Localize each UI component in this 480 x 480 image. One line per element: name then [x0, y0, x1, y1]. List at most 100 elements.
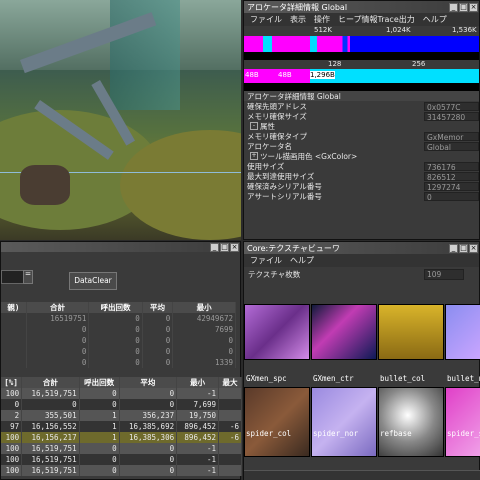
- table-row[interactable]: 97 16,156,552 1 16,385,692 896,452 -6: [1, 421, 242, 432]
- close-icon[interactable]: ×: [230, 242, 239, 252]
- table-header-row: 親) 合計 呼出回数 平均 最小: [1, 302, 236, 313]
- prop-value[interactable]: 31457280: [424, 111, 479, 121]
- menu-operation[interactable]: 操作: [314, 14, 330, 25]
- allocator-titlebar[interactable]: アロケータ詳細情報 Global _ □ ×: [244, 1, 479, 13]
- expand-icon[interactable]: -: [250, 122, 258, 130]
- heap-gap: [244, 52, 479, 60]
- stats-window[interactable]: _ □ × = DataClear 親) 合計 呼出回数 平均 最小 1651975…: [0, 241, 242, 480]
- expand-icon[interactable]: +: [250, 152, 258, 160]
- col-header[interactable]: 平均: [119, 377, 178, 388]
- texture-thumb[interactable]: [244, 387, 310, 457]
- table-row[interactable]: 16519751 0 0 42949672: [1, 313, 236, 324]
- texture-name: refbase: [380, 429, 412, 438]
- prop-key: ツール描画用色 <GxColor>: [260, 151, 358, 161]
- prop-key: 確保済みシリアル番号: [247, 181, 322, 191]
- maximize-icon[interactable]: □: [220, 242, 229, 252]
- prop-row[interactable]: アロケータ名 Global: [244, 141, 479, 151]
- prop-row-color[interactable]: + ツール描画用色 <GxColor>: [244, 151, 479, 161]
- prop-key: 使用サイズ: [247, 161, 285, 171]
- menu-file[interactable]: ファイル: [250, 14, 282, 25]
- prop-row[interactable]: メモリ確保タイプ GxMemor: [244, 131, 479, 141]
- prop-row[interactable]: 確保済みシリアル番号 1297274: [244, 181, 479, 191]
- heap-usage-bar-1[interactable]: [244, 36, 479, 52]
- game-viewport[interactable]: [0, 0, 241, 240]
- allocator-window[interactable]: アロケータ詳細情報 Global _ □ × ファイル 表示 操作 ヒープ情報Tra…: [243, 0, 480, 240]
- scale-tick: 1,024K: [386, 26, 411, 34]
- table-row[interactable]: 0 0 0 0 7,699: [1, 399, 242, 410]
- col-header[interactable]: 最小: [172, 302, 236, 313]
- texture-viewer-window[interactable]: Core:テクスチャビューワ _ □ × ファイル ヘルプ テクスチャ枚数 109 …: [243, 241, 480, 480]
- prop-value[interactable]: 0x0577C: [424, 101, 479, 111]
- texture-thumb[interactable]: [445, 387, 480, 457]
- prop-row[interactable]: メモリ確保サイズ 31457280: [244, 111, 479, 121]
- spin-button[interactable]: =: [23, 270, 33, 284]
- prop-value[interactable]: 736176: [424, 161, 479, 171]
- stats-titlebar[interactable]: _ □ ×: [1, 242, 240, 252]
- scale-tick: 1,536K: [452, 26, 477, 34]
- stats-table-bottom[interactable]: [%] 合計 呼出回数 平均 最小 最大 100 16,519,751 0 0 -1 0…: [1, 377, 242, 476]
- col-header[interactable]: 合計: [21, 377, 80, 388]
- texture-thumb[interactable]: [445, 304, 480, 360]
- prop-row[interactable]: 確保先頭アドレス 0x0577C: [244, 101, 479, 111]
- col-header[interactable]: 呼出回数: [79, 377, 120, 388]
- col-header[interactable]: 呼出回数: [88, 302, 143, 313]
- minimize-icon[interactable]: _: [449, 2, 458, 12]
- prop-row[interactable]: 使用サイズ 736176: [244, 161, 479, 171]
- texture-thumb[interactable]: [311, 387, 377, 457]
- texture-titlebar[interactable]: Core:テクスチャビューワ _ □ ×: [244, 242, 479, 254]
- close-icon[interactable]: ×: [469, 2, 478, 12]
- minimize-icon[interactable]: _: [449, 243, 458, 253]
- scale-tick: 256: [412, 60, 426, 68]
- prop-row[interactable]: 最大到達使用サイズ 826512: [244, 171, 479, 181]
- texture-thumb[interactable]: [378, 304, 444, 360]
- col-header[interactable]: 合計: [26, 302, 90, 313]
- menu-help[interactable]: ヘルプ: [290, 255, 314, 266]
- prop-value[interactable]: Global: [424, 141, 479, 151]
- bar-label: 1,296B: [310, 71, 335, 79]
- table-row[interactable]: 0000: [1, 346, 236, 357]
- table-row[interactable]: 0 0 0 1339: [1, 357, 236, 368]
- prop-row[interactable]: アサートシリアル番号 0: [244, 191, 479, 201]
- col-header[interactable]: [%]: [1, 377, 23, 388]
- col-header[interactable]: 親): [1, 302, 27, 313]
- table-row[interactable]: 0 0 0 7699: [1, 324, 236, 335]
- dataclear-button[interactable]: DataClear: [69, 272, 117, 290]
- texture-name: spider_nor: [313, 429, 359, 438]
- stats-table-top[interactable]: 親) 合計 呼出回数 平均 最小 16519751 0 0 42949672 0007…: [1, 302, 236, 368]
- table-row[interactable]: 0000: [1, 335, 236, 346]
- horizontal-scrollbar[interactable]: [244, 470, 480, 480]
- menu-help[interactable]: ヘルプ: [423, 14, 447, 25]
- table-row[interactable]: 2 355,501 1 356,237 19,750: [1, 410, 242, 421]
- texture-name: GXmen_spc: [246, 374, 287, 383]
- prop-key: 最大到達使用サイズ: [247, 171, 315, 181]
- prop-value[interactable]: 0: [424, 191, 479, 201]
- maximize-icon[interactable]: □: [459, 2, 468, 12]
- table-row[interactable]: 100 16,519,751 0 0 -1: [1, 443, 242, 454]
- heap-usage-bar-2[interactable]: 48B 48B 1,296B: [244, 69, 479, 83]
- section-header[interactable]: アロケータ詳細情報 Global: [244, 91, 479, 101]
- col-header[interactable]: 平均: [142, 302, 174, 313]
- texture-thumb[interactable]: [244, 304, 310, 360]
- texture-thumb[interactable]: [378, 387, 444, 457]
- col-header[interactable]: 最小: [176, 377, 220, 388]
- menu-view[interactable]: 表示: [290, 14, 306, 25]
- minimize-icon[interactable]: _: [210, 242, 219, 252]
- prop-value[interactable]: GxMemor: [424, 131, 479, 141]
- viewport-creature-body: [20, 165, 70, 205]
- menu-file[interactable]: ファイル: [250, 255, 282, 266]
- prop-value[interactable]: 1297274: [424, 181, 479, 191]
- heap-scale-top: 512K 1,024K 1,536K: [244, 26, 479, 36]
- col-header[interactable]: 最大: [218, 377, 242, 388]
- maximize-icon[interactable]: □: [459, 243, 468, 253]
- prop-row-attributes[interactable]: - 属性: [244, 121, 479, 131]
- table-row[interactable]: 100 16,519,751 0 0 -1: [1, 388, 242, 399]
- table-row-selected[interactable]: 100 16,156,217 1 16,385,306 896,452 -6: [1, 432, 242, 443]
- prop-value[interactable]: 826512: [424, 171, 479, 181]
- table-row[interactable]: 100 16,519,751 0 0 -1: [1, 465, 242, 476]
- table-row[interactable]: 100 16,519,751 0 0 -1: [1, 454, 242, 465]
- heap-gap: [244, 83, 479, 91]
- texture-thumb[interactable]: [311, 304, 377, 360]
- close-icon[interactable]: ×: [469, 243, 478, 253]
- prop-key: メモリ確保サイズ: [247, 111, 307, 121]
- menu-heap-trace[interactable]: ヒープ情報Trace出力: [338, 14, 415, 25]
